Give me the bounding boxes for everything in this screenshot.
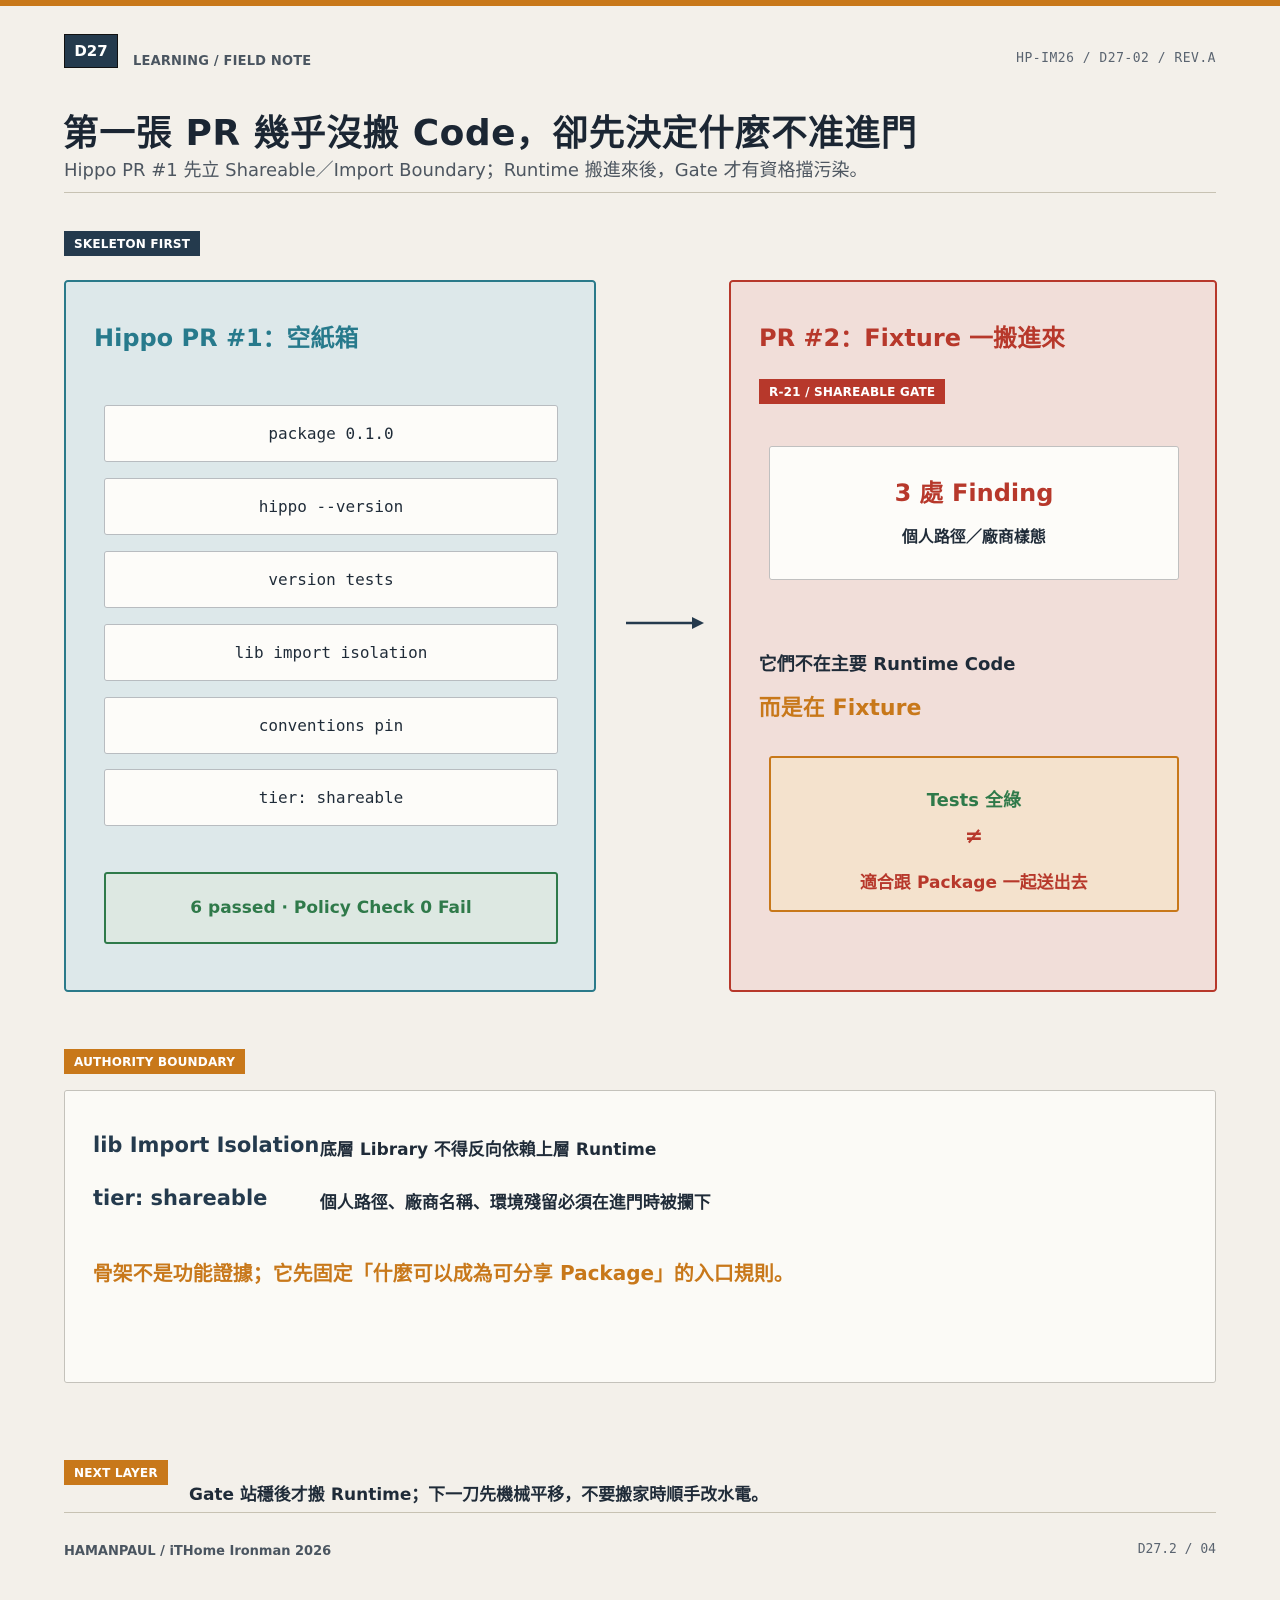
pr2-panel: PR #2：Fixture 一搬進來 R-21 / SHAREABLE GATE… [729,280,1217,992]
pr1-item: tier: shareable [104,769,558,826]
pr1-panel-title: Hippo PR #1：空紙箱 [94,324,359,352]
page-subtitle: Hippo PR #1 先立 Shareable／Import Boundary… [64,160,868,181]
boundary-rule-value: 底層 Library 不得反向依賴上層 Runtime [320,1140,657,1160]
boundary-rule-key: tier: shareable [93,1186,268,1210]
tests-note-label: 適合跟 Package 一起送出去 [860,873,1088,893]
section-tag-authority: AUTHORITY BOUNDARY [64,1049,246,1074]
header-divider [64,192,1216,193]
authority-boundary-box: lib Import Isolation 底層 Library 不得反向依賴上層… [64,1090,1216,1383]
finding-location-text: 它們不在主要 Runtime Code [759,654,1016,675]
tests-comparison-box: Tests 全綠 ≠ 適合跟 Package 一起送出去 [769,756,1179,912]
boundary-rule-key: lib Import Isolation [93,1133,320,1157]
gate-tag: R-21 / SHAREABLE GATE [759,379,946,404]
finding-location-emphasis: 而是在 Fixture [759,696,922,721]
finding-count: 3 處 Finding [894,479,1054,507]
pr1-item: lib import isolation [104,624,558,681]
footer-author: HAMANPAUL / iTHome Ironman 2026 [64,1544,332,1559]
page-title: 第一張 PR 幾乎沒搬 Code，卻先決定什麼不准進門 [63,113,918,154]
pr1-item: version tests [104,551,558,608]
finding-box: 3 處 Finding 個人路徑／廠商樣態 [769,446,1179,580]
section-tag-next: NEXT LAYER [64,1460,168,1485]
pr1-item: hippo --version [104,478,558,535]
not-equal-icon: ≠ [964,824,984,849]
footer-divider [64,1512,1216,1513]
finding-detail: 個人路徑／廠商樣態 [901,527,1046,546]
footer-page-number: D27.2 / 04 [1137,1542,1216,1557]
arrow-right-icon [626,617,704,629]
pr2-panel-title: PR #2：Fixture 一搬進來 [759,324,1066,352]
pr1-item: conventions pin [104,697,558,754]
next-layer-text: Gate 站穩後才搬 Runtime；下一刀先機械平移，不要搬家時順手改水電。 [189,1485,769,1505]
section-tag-skeleton: SKELETON FIRST [64,231,201,256]
day-badge: D27 [64,34,118,68]
kicker-label: LEARNING / FIELD NOTE [133,54,312,69]
authority-note: 骨架不是功能證據；它先固定「什麼可以成為可分享 Package」的入口規則。 [93,1261,795,1285]
boundary-rule-value: 個人路徑、廠商名稱、環境殘留必須在進門時被攔下 [320,1193,711,1213]
top-accent-bar [0,0,1280,6]
pr1-panel: Hippo PR #1：空紙箱 package 0.1.0 hippo --ve… [64,280,596,992]
tests-green-label: Tests 全綠 [926,790,1022,811]
document-reference: HP-IM26 / D27-02 / REV.A [1016,51,1216,66]
pr1-item: package 0.1.0 [104,405,558,462]
pr1-status-box: 6 passed · Policy Check 0 Fail [104,872,558,944]
